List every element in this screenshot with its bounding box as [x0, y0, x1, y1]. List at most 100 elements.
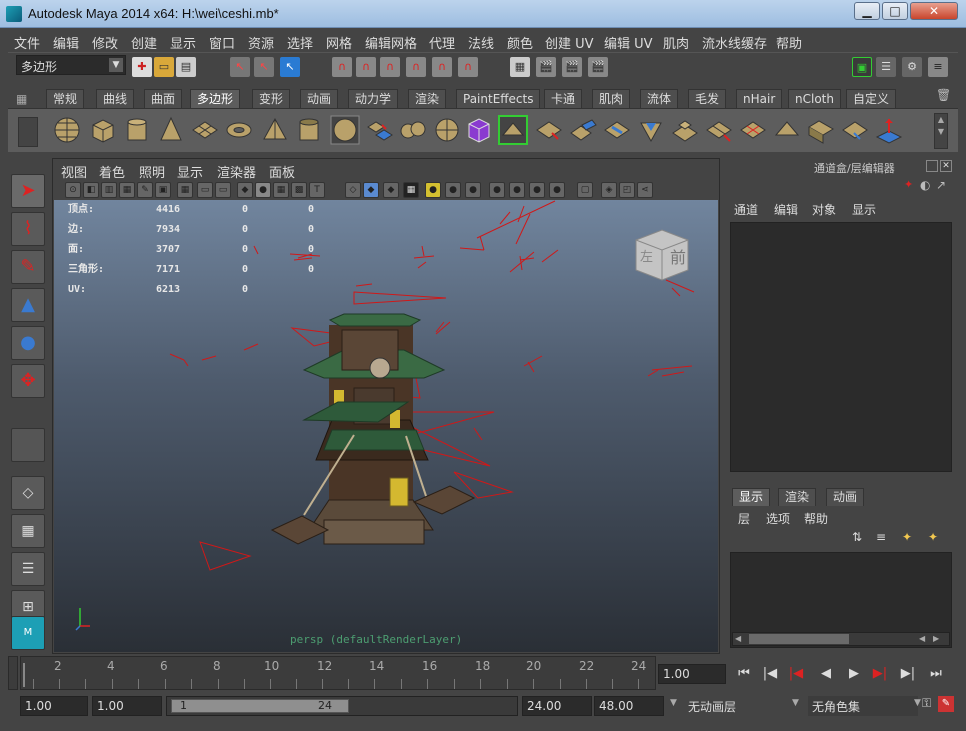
menu-assets[interactable]: 资源	[248, 33, 274, 52]
select-component-icon[interactable]: ↖	[280, 57, 300, 77]
textured-icon[interactable]: T	[309, 182, 325, 198]
step-forward-frame-icon[interactable]: ▶|	[870, 666, 890, 684]
layer-tab-render[interactable]: 渲染	[778, 488, 817, 506]
modeling-toolkit-icon[interactable]: ▣	[852, 57, 872, 77]
snap-plane-icon[interactable]: ∩	[406, 57, 426, 77]
snap-live-icon[interactable]: ∩	[432, 57, 452, 77]
extrude-icon[interactable]	[670, 115, 700, 145]
time-slider[interactable]: 2 4 6 8 10 12 14 16 18 20 22 24	[20, 656, 656, 690]
tool-settings-icon[interactable]: ⚙	[902, 57, 922, 77]
scroll-thumb[interactable]	[749, 634, 849, 644]
resolution-gate-icon[interactable]: ▭	[215, 182, 231, 198]
menu-window[interactable]: 窗口	[209, 33, 235, 52]
single-pane-layout-icon[interactable]: ◇	[11, 476, 45, 510]
menu-normals[interactable]: 法线	[468, 33, 494, 52]
maximize-button[interactable]: □	[882, 2, 908, 20]
wedge-icon[interactable]	[806, 115, 836, 145]
close-button[interactable]: ✕	[910, 2, 958, 20]
key-icon[interactable]: ⚿	[922, 696, 936, 712]
shelf-tab-menu-icon[interactable]: ▦	[16, 92, 36, 108]
poly-pipe-icon[interactable]	[294, 115, 324, 145]
fill-hole-icon[interactable]	[636, 115, 666, 145]
new-scene-icon[interactable]: ✚	[132, 57, 152, 77]
use-default-material-icon[interactable]: ◇	[345, 182, 361, 198]
channel-speed-icon[interactable]: ◐	[920, 178, 934, 192]
cb-menu-object[interactable]: 对象	[812, 201, 836, 218]
select-box-icon[interactable]: ▢	[577, 182, 593, 198]
tab-muscle[interactable]: 肌肉	[592, 89, 631, 108]
last-tool-icon[interactable]	[11, 428, 45, 462]
channel-box-toggle-icon[interactable]: ≡	[928, 57, 948, 77]
separate-icon[interactable]	[398, 115, 428, 145]
move-layer-down-icon[interactable]: ≡	[876, 530, 894, 546]
panel-menu-view[interactable]: 视图	[61, 162, 87, 181]
isolate-select-icon[interactable]: ◆	[363, 182, 379, 198]
extract-icon[interactable]	[432, 115, 462, 145]
current-frame-field[interactable]: 1.00	[658, 664, 726, 684]
snap-curve-icon[interactable]: ∩	[356, 57, 376, 77]
render-frame-icon[interactable]: 🎬	[536, 57, 556, 77]
new-layer-selected-icon[interactable]: ✦	[928, 530, 946, 546]
range-slider[interactable]: 1 24	[166, 696, 518, 716]
char-set-chevron-icon[interactable]: ▼	[914, 698, 921, 708]
scroll-right-end-icon[interactable]: ▶	[933, 634, 939, 643]
depth-of-field-icon[interactable]: ●	[549, 182, 565, 198]
tab-nhair[interactable]: nHair	[736, 89, 783, 108]
layer-scrollbar[interactable]: ◀ ◀ ▶	[732, 632, 950, 646]
tab-surfaces[interactable]: 曲面	[144, 89, 183, 108]
tab-painteffects[interactable]: PaintEffects	[456, 89, 541, 108]
camera-attributes-icon[interactable]: ◧	[83, 182, 99, 198]
cb-menu-edit[interactable]: 编辑	[774, 201, 798, 218]
tab-rendering[interactable]: 渲染	[408, 89, 447, 108]
menu-edit-mesh[interactable]: 编辑网格	[365, 33, 417, 52]
xray-icon[interactable]: ▩	[291, 182, 307, 198]
range-slider-handle[interactable]: 1 24	[171, 699, 349, 713]
poly-cube-icon[interactable]	[88, 115, 118, 145]
menu-muscle[interactable]: 肌肉	[663, 33, 689, 52]
menu-proxy[interactable]: 代理	[429, 33, 455, 52]
tab-curves[interactable]: 曲线	[96, 89, 135, 108]
tab-toon[interactable]: 卡通	[544, 89, 583, 108]
playback-start-field[interactable]: 1.00	[92, 696, 162, 716]
poly-soccer-icon[interactable]	[330, 115, 360, 145]
grid-icon[interactable]: ▦	[177, 182, 193, 198]
poly-cylinder-icon[interactable]	[122, 115, 152, 145]
panel-menu-lighting[interactable]: 照明	[139, 162, 165, 181]
poly-plane-icon[interactable]	[190, 115, 220, 145]
frame-all-icon[interactable]: ◈	[601, 182, 617, 198]
film-gate-icon[interactable]: ▭	[197, 182, 213, 198]
wireframe-icon[interactable]: ◆	[237, 182, 253, 198]
tab-deformation[interactable]: 变形	[252, 89, 291, 108]
share-icon[interactable]: ⋖	[637, 182, 653, 198]
cb-menu-show[interactable]: 显示	[852, 201, 876, 218]
tab-ncloth[interactable]: nCloth	[788, 89, 841, 108]
poly-sphere-icon[interactable]	[52, 115, 82, 145]
panel-menu-show[interactable]: 显示	[177, 162, 203, 181]
go-to-start-icon[interactable]: ⏮	[734, 666, 754, 684]
frame-selected-icon[interactable]: ◰	[619, 182, 635, 198]
select-camera-icon[interactable]: ⊙	[65, 182, 81, 198]
anim-layer-chevron-icon[interactable]: ▼	[670, 698, 677, 708]
layer-tab-anim[interactable]: 动画	[826, 488, 865, 506]
tab-polygons[interactable]: 多边形	[190, 89, 241, 108]
split-polygon-icon[interactable]	[704, 115, 734, 145]
panel-menu-shading[interactable]: 着色	[99, 162, 125, 181]
start-time-field[interactable]: 1.00	[20, 696, 88, 716]
save-scene-icon[interactable]: ▤	[176, 57, 196, 77]
tab-dynamics[interactable]: 动力学	[348, 89, 399, 108]
step-forward-key-icon[interactable]: ▶|	[898, 666, 918, 684]
shaded-cube-icon[interactable]: ◆	[383, 182, 399, 198]
3d-viewport[interactable]: 顶点: 边: 面: 三角形: UV: 4416 7934 3707 7171 6…	[54, 200, 718, 652]
checker-icon[interactable]: ▦	[403, 182, 419, 198]
minimize-button[interactable]: ▁	[854, 2, 880, 20]
tab-custom[interactable]: 自定义	[846, 89, 897, 108]
poly-cone-icon[interactable]	[156, 115, 186, 145]
anim-preferences-icon[interactable]: ✎	[938, 696, 954, 712]
manipulator-icon[interactable]: ✦	[904, 178, 918, 192]
attribute-editor-icon[interactable]: ☰	[876, 57, 896, 77]
current-time-marker[interactable]	[23, 663, 25, 687]
menu-pipeline-cache[interactable]: 流水线缓存	[702, 33, 767, 52]
layer-menu-help[interactable]: 帮助	[804, 510, 828, 527]
wireframe-on-shaded-icon[interactable]: ▦	[273, 182, 289, 198]
anim-layer-dropdown-arrow-icon[interactable]: ▼	[792, 698, 799, 708]
